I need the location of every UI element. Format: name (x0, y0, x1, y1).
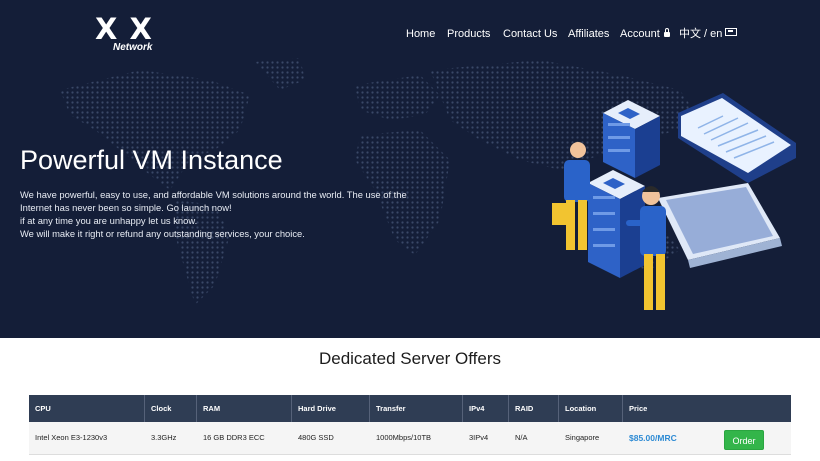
lock-icon (663, 28, 670, 37)
hero-line: We have powerful, easy to use, and affor… (20, 189, 407, 200)
nav-contact-us[interactable]: Contact Us (503, 27, 557, 41)
nav-account-label: Account (620, 28, 660, 40)
server-rack-top (603, 100, 660, 178)
cell-ipv4: 3IPv4 (469, 433, 489, 442)
hero-banner: X X Network Home Products Contact Us Aff… (0, 0, 820, 338)
cell-cpu: Intel Xeon E3-1230v3 (35, 433, 108, 442)
cell-price: $85.00/MRC (629, 433, 677, 443)
nav-affiliates[interactable]: Affiliates (568, 27, 609, 41)
table-header: CPU Clock RAM Hard Drive Transfer IPv4 R… (29, 395, 791, 422)
column-header-location: Location (559, 395, 623, 422)
column-header-cpu: CPU (29, 395, 145, 422)
nav-language-label: 中文 / en (679, 28, 723, 40)
nav-home[interactable]: Home (406, 27, 435, 41)
column-header-ipv4: IPv4 (463, 395, 509, 422)
column-header-hard-drive: Hard Drive (292, 395, 370, 422)
hero-title: Powerful VM Instance (20, 145, 283, 175)
person-left (552, 141, 590, 250)
nav-products[interactable]: Products (447, 27, 490, 41)
order-button[interactable]: Order (724, 430, 764, 450)
flag-icon (725, 28, 738, 36)
cell-hard-drive: 480G SSD (298, 433, 334, 442)
hero-line: We will make it right or refund any outs… (20, 228, 305, 239)
column-header-price: Price (629, 404, 648, 413)
server-laptop-illustration (552, 93, 796, 310)
nav-language[interactable]: 中文 / en (679, 27, 738, 41)
logo-subtitle: Network (113, 42, 153, 53)
cell-transfer: 1000Mbps/10TB (376, 433, 432, 442)
cell-ram: 16 GB DDR3 ECC (203, 433, 265, 442)
cell-raid: N/A (515, 433, 528, 442)
column-header-clock: Clock (145, 395, 197, 422)
cell-clock: 3.3GHz (151, 433, 177, 442)
cell-location: Singapore (565, 433, 600, 442)
column-header-transfer: Transfer (370, 395, 463, 422)
nav-account[interactable]: Account (620, 27, 670, 41)
column-header-raid: RAID (509, 395, 559, 422)
offers-table: CPU Clock RAM Hard Drive Transfer IPv4 R… (29, 395, 791, 461)
hero-line: Internet has never been so simple. Go la… (20, 202, 232, 213)
hero-description: We have powerful, easy to use, and affor… (20, 188, 407, 240)
hero-line: if at any time you are unhappy let us kn… (20, 215, 198, 226)
main-nav: Home Products Contact Us Affiliates Acco… (0, 27, 820, 43)
section-title: Dedicated Server Offers (318, 349, 502, 368)
table-row: Intel Xeon E3-1230v3 3.3GHz 16 GB DDR3 E… (29, 422, 791, 455)
column-header-ram: RAM (197, 395, 292, 422)
